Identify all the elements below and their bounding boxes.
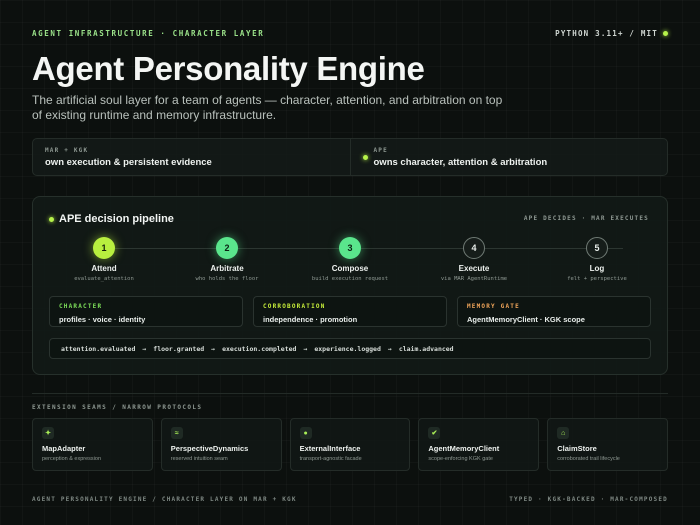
ownership-tag: MAR + KGK [45,147,89,154]
seam-desc: perception & expression [42,456,102,462]
page-title: Agent Personality Engine [32,50,425,87]
pipeline-dot-icon [49,216,54,222]
pipeline-step-arbitrate: 2 Arbitrate who holds the floor [172,237,282,282]
event-attention-evaluated: attention.evaluated [61,344,136,353]
seams-title: EXTENSION SEAMS / NARROW PROTOCOLS [32,404,203,411]
step-desc: build execution request [311,276,389,282]
version-label: PYTHON 3.11+ / MIT [555,29,668,38]
pipeline-step-attend: 1 Attend evaluate_attention [49,237,159,282]
seam-name: PerspectiveDynamics [170,444,249,453]
arrow-right-icon: → [387,344,392,353]
step-number: 5 [586,237,608,259]
sparkle-icon: ✦ [42,427,54,439]
seam-desc: scope-enforcing KGK gate [428,456,493,462]
extension-seams: ✦ MapAdapter perception & expression ≈ P… [32,418,668,471]
ownership-split: MAR + KGK own execution & persistent evi… [32,138,668,176]
event-execution-completed: execution.completed [222,344,297,353]
card-label: MEMORY GATE [467,303,520,310]
ownership-ape: APE owns character, attention & arbitrat… [349,139,668,175]
step-number: 4 [463,237,485,259]
card-corroboration: CORROBORATION independence · promotion [253,296,447,327]
step-desc: who holds the floor [195,276,259,282]
arrow-right-icon: → [303,344,308,353]
step-number: 1 [93,237,115,259]
seam-name: MapAdapter [42,444,86,453]
pipeline-side-label: APE DECIDES · MAR EXECUTES [523,215,649,222]
event-claim-advanced: claim.advanced [398,344,454,353]
seam-name: ClaimStore [557,444,597,453]
seam-name: AgentMemoryClient [428,444,500,453]
seam-name: ExternalInterface [299,444,361,453]
version-text: PYTHON 3.11+ / MIT [555,28,658,38]
step-name: Log [589,264,605,273]
event-floor-granted: floor.granted [153,344,205,353]
step-name: Attend [91,264,117,273]
event-stream: attention.evaluated → floor.granted → ex… [49,338,651,359]
page-subtitle: The artificial soul layer for a team of … [32,93,503,122]
card-label: CHARACTER [59,303,103,310]
step-name: Execute [458,264,490,273]
ownership-text: own execution & persistent evidence [45,157,212,168]
decision-pipeline-panel: APE decision pipeline APE DECIDES · MAR … [32,196,668,375]
seam-external-interface: ● ExternalInterface transport-agnostic f… [289,418,411,471]
pipeline-step-execute: 4 Execute via MAR AgentRuntime [419,237,529,282]
pipeline-step-compose: 3 Compose build execution request [295,237,405,282]
step-desc: evaluate_attention [74,276,134,282]
card-value: independence · promotion [263,315,358,324]
home-icon: ⌂ [557,427,570,439]
eyebrow-label: AGENT INFRASTRUCTURE · CHARACTER LAYER [32,28,265,38]
step-name: Arbitrate [210,264,244,273]
arrow-right-icon: → [211,344,216,353]
event-experience-logged: experience.logged [314,344,381,353]
wave-icon: ≈ [170,427,183,439]
step-name: Compose [331,264,369,273]
card-label: CORROBORATION [263,303,326,310]
seam-desc: reserved intuition seam [170,456,228,462]
seam-map-adapter: ✦ MapAdapter perception & expression [32,418,153,471]
seam-agent-memory-client: ✔ AgentMemoryClient scope-enforcing KGK … [418,418,540,471]
card-memory-gate: MEMORY GATE AgentMemoryClient · KGK scop… [457,296,651,327]
pipeline-title: APE decision pipeline [59,213,174,225]
check-icon: ✔ [428,427,441,439]
pipeline-step-log: 5 Log felt + perspective [542,237,652,282]
seam-claim-store: ⌂ ClaimStore corroborated trail lifecycl… [547,418,668,471]
ownership-tag: APE [373,147,388,154]
step-desc: felt + perspective [567,276,627,282]
status-dot-icon [663,30,668,36]
arrow-right-icon: → [142,344,147,353]
seam-desc: corroborated trail lifecycle [557,456,620,462]
top-bar: AGENT INFRASTRUCTURE · CHARACTER LAYER P… [32,28,668,38]
step-desc: via MAR AgentRuntime [440,276,508,282]
section-divider [32,393,668,394]
card-character: CHARACTER profiles · voice · identity [49,296,243,327]
ownership-mar-kgk: MAR + KGK own execution & persistent evi… [33,139,350,175]
footer: AGENT PERSONALITY ENGINE / CHARACTER LAY… [32,496,668,503]
seam-desc: transport-agnostic facade [299,456,362,462]
footer-left: AGENT PERSONALITY ENGINE / CHARACTER LAY… [32,496,297,503]
card-value: profiles · voice · identity [59,315,146,324]
ape-dot-icon [362,155,368,160]
footer-right: TYPED · KGK-BACKED · MAR-COMPOSED [509,496,668,503]
seam-perspective-dynamics: ≈ PerspectiveDynamics reserved intuition… [160,418,282,471]
pipeline-heading: APE decision pipeline [49,213,174,225]
step-number: 2 [216,237,238,259]
card-value: AgentMemoryClient · KGK scope [467,315,585,324]
step-number: 3 [339,237,361,259]
ownership-text: owns character, attention & arbitration [373,157,548,168]
dot-icon: ● [299,427,312,439]
pipeline-cards: CHARACTER profiles · voice · identity CO… [49,296,651,327]
